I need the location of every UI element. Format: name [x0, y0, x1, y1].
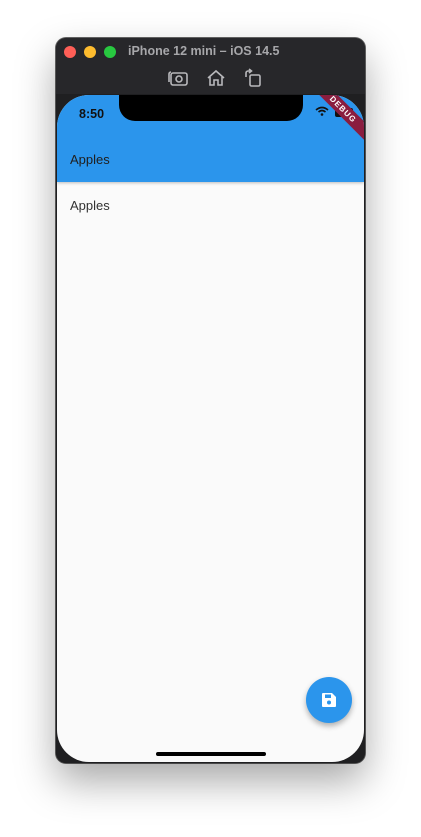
body-text: Apples [70, 198, 110, 213]
app-bar: 8:50 DEBUG Apples [57, 95, 364, 182]
simulator-toolbar [56, 66, 365, 90]
close-window-button[interactable] [64, 46, 76, 58]
device-notch [119, 95, 303, 121]
minimize-window-button[interactable] [84, 46, 96, 58]
app-screen: 8:50 DEBUG Apples Apples [57, 95, 364, 762]
rotate-button[interactable] [241, 66, 265, 90]
device-frame: 8:50 DEBUG Apples Apples [56, 94, 365, 763]
maximize-window-button[interactable] [104, 46, 116, 58]
camera-icon [168, 71, 188, 86]
home-indicator[interactable] [156, 752, 266, 756]
home-icon [207, 69, 225, 86]
rotate-icon [245, 68, 261, 87]
window-title: iPhone 12 mini – iOS 14.5 [128, 44, 280, 58]
save-fab-button[interactable] [306, 677, 352, 723]
screenshot-button[interactable] [166, 66, 190, 90]
debug-banner: DEBUG [306, 95, 364, 146]
home-button[interactable] [204, 66, 228, 90]
title-bar[interactable]: iPhone 12 mini – iOS 14.5 [56, 38, 365, 94]
status-time: 8:50 [79, 107, 105, 121]
wifi-icon [315, 106, 329, 116]
save-icon [322, 693, 336, 707]
app-bar-title: Apples [70, 152, 110, 167]
simulator-window: iPhone 12 mini – iOS 14.5 8:50 DEBUG App… [56, 38, 365, 763]
